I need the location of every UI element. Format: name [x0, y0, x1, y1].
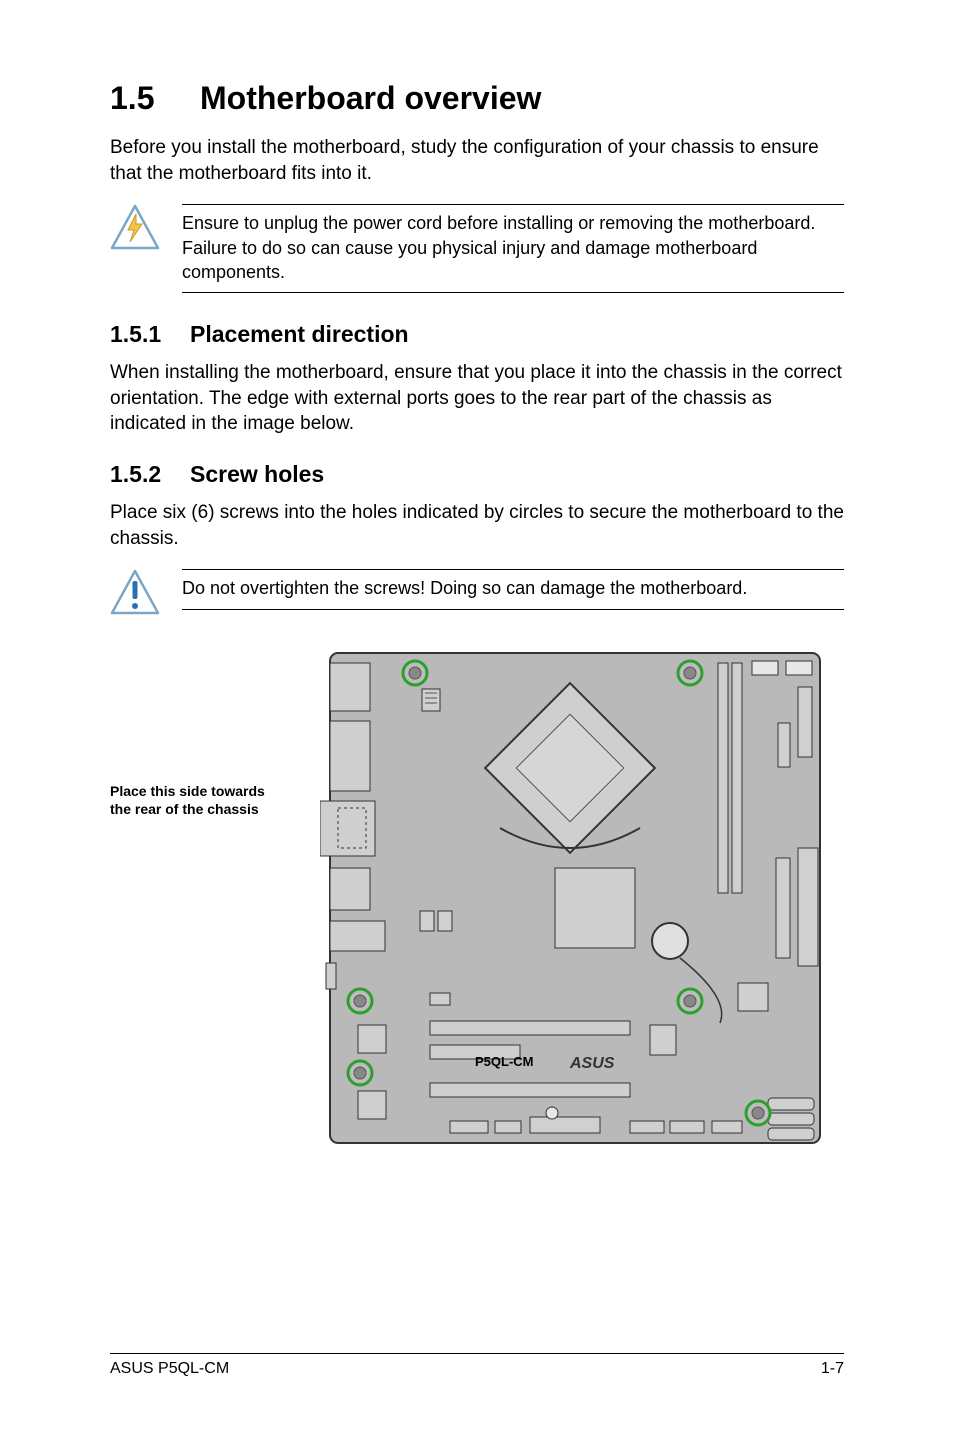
- subsection-heading-152: 1.5.2Screw holes: [110, 461, 844, 488]
- lightning-icon: [110, 204, 160, 250]
- page-footer: ASUS P5QL-CM 1-7: [110, 1353, 844, 1378]
- section-heading: 1.5Motherboard overview: [110, 80, 844, 117]
- intro-paragraph: Before you install the motherboard, stud…: [110, 135, 844, 186]
- sec152-paragraph: Place six (6) screws into the holes indi…: [110, 500, 844, 551]
- motherboard-svg: P5QL-CM ASUS: [320, 643, 830, 1153]
- sec151-paragraph: When installing the motherboard, ensure …: [110, 360, 844, 437]
- exclamation-icon: [110, 569, 160, 615]
- brand-logo: ASUS: [569, 1055, 615, 1072]
- motherboard-diagram: Place this side towards the rear of the …: [110, 643, 844, 1163]
- danger-note: Ensure to unplug the power cord before i…: [110, 204, 844, 293]
- subsection-number: 1.5.2: [110, 461, 190, 488]
- page: 1.5Motherboard overview Before you insta…: [0, 0, 954, 1438]
- section-number: 1.5: [110, 80, 200, 117]
- danger-note-text: Ensure to unplug the power cord before i…: [182, 204, 844, 293]
- footer-right: 1-7: [821, 1360, 844, 1378]
- caution-note-text: Do not overtighten the screws! Doing so …: [182, 569, 844, 609]
- footer-left: ASUS P5QL-CM: [110, 1360, 229, 1378]
- subsection-number: 1.5.1: [110, 321, 190, 348]
- subsection-title: Placement direction: [190, 321, 409, 347]
- board-model-label: P5QL-CM: [475, 1054, 534, 1069]
- subsection-heading-151: 1.5.1Placement direction: [110, 321, 844, 348]
- section-title: Motherboard overview: [200, 80, 541, 116]
- subsection-title: Screw holes: [190, 461, 324, 487]
- caution-note: Do not overtighten the screws! Doing so …: [110, 569, 844, 615]
- diagram-side-label: Place this side towards the rear of the …: [110, 783, 285, 818]
